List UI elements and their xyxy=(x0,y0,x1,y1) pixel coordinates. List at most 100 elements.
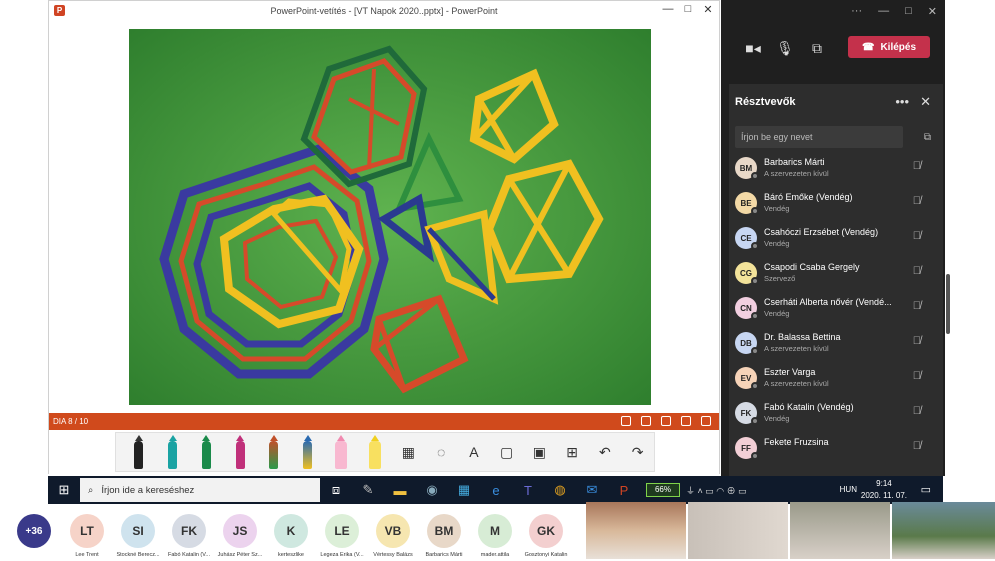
share-invite-icon[interactable]: ⧉ xyxy=(924,132,931,143)
attendee-avatar[interactable]: JS Juhász Péter Sz... xyxy=(215,514,265,558)
teams-minimize-icon[interactable]: — xyxy=(878,5,889,18)
attendee-avatar[interactable]: SI Stockné Berecz... xyxy=(113,514,163,558)
video-tile-2 xyxy=(688,502,788,559)
microphone-icon[interactable]: 🎙 xyxy=(769,40,801,57)
pen-teal-icon[interactable] xyxy=(156,432,190,472)
avatar-initials: LE xyxy=(334,524,350,538)
highlighter-yellow-icon[interactable] xyxy=(358,432,392,472)
more-participants-button[interactable]: +36 xyxy=(17,514,51,548)
add-icon[interactable]: ⊞ xyxy=(556,432,589,472)
avatar: BM xyxy=(735,157,759,180)
avatar-initials: EV xyxy=(740,373,752,383)
highlighter-pink-icon[interactable] xyxy=(325,432,359,472)
pen-green-icon[interactable] xyxy=(190,432,224,472)
attendee-name: Barbarics Márti xyxy=(425,552,463,558)
avatar-initials: CG xyxy=(740,268,752,278)
image-icon[interactable]: ▣ xyxy=(523,432,556,472)
attendee-avatar[interactable]: LT Lee Trent xyxy=(62,514,112,558)
pen-galaxy-icon[interactable] xyxy=(257,432,291,472)
mic-muted-icon: 🎙̸ xyxy=(912,265,921,277)
minimize-button[interactable]: — xyxy=(661,3,675,16)
participant-search-input[interactable]: Írjon be egy nevet xyxy=(735,126,903,148)
avatar: CN xyxy=(735,297,759,320)
mail-icon[interactable]: ✉ xyxy=(576,476,608,504)
notification-icon[interactable]: ▭ xyxy=(921,483,931,496)
teams-more-icon[interactable]: ··· xyxy=(851,5,862,18)
participant-row[interactable]: BE Báró Emőke (Vendég) Vendég 🎙̸ xyxy=(729,189,935,224)
attendee-avatar[interactable]: BM Barbarics Márti xyxy=(419,514,469,558)
notes-icon[interactable] xyxy=(621,416,631,426)
attendee-avatar[interactable]: Mmader.attila xyxy=(470,514,520,558)
view-sorter-icon[interactable] xyxy=(661,416,671,426)
participant-row[interactable]: FF Fekete Fruzsina 🎙̸ xyxy=(729,434,935,469)
avatar: BE xyxy=(735,192,759,215)
close-button[interactable]: ✕ xyxy=(701,3,715,16)
attendee-name: Legeza Erika (V... xyxy=(320,552,364,558)
avatar: LE xyxy=(325,514,359,548)
teams-close-icon[interactable]: ✕ xyxy=(928,5,937,18)
shape-icon[interactable]: ▢ xyxy=(490,432,523,472)
pen-magenta-icon[interactable] xyxy=(223,432,257,472)
photos-icon[interactable]: ◉ xyxy=(416,476,448,504)
tray-icons[interactable]: ⏚ ˄ ▭ ◠ ⊕ ▭ xyxy=(686,484,747,497)
participant-row[interactable]: DB Dr. Balassa Bettina A szervezeten kívül… xyxy=(729,329,935,364)
powerpoint-window: P PowerPoint-vetítés - [VT Napok 2020..p… xyxy=(48,0,720,474)
undo-icon[interactable]: ↶ xyxy=(589,432,622,472)
attendee-avatar[interactable]: FK Fabó Katalin (V... xyxy=(164,514,214,558)
camera-icon[interactable]: ■◂ xyxy=(737,40,769,57)
view-reading-icon[interactable] xyxy=(681,416,691,426)
avatar-initials: CN xyxy=(740,303,752,313)
participant-role: Vendég xyxy=(764,414,790,423)
participant-role: A szervezeten kívül xyxy=(764,379,829,388)
panel-scrollbar[interactable] xyxy=(946,274,950,334)
attendee-avatar[interactable]: Kkerteszlike xyxy=(266,514,316,558)
leave-button[interactable]: ☎ Kilépés xyxy=(848,36,930,58)
taskbar-search[interactable]: ⌕ Írjon ide a kereséshez xyxy=(80,478,320,502)
teams-maximize-icon[interactable]: □ xyxy=(905,5,912,18)
ruler-icon[interactable]: ▦ xyxy=(392,432,425,472)
clock[interactable]: 9:14 2020. 11. 07. xyxy=(861,478,907,502)
share-screen-icon[interactable]: ⧉ xyxy=(801,40,833,57)
participant-row[interactable]: CE Csahóczi Erzsébet (Vendég) Vendég 🎙̸ xyxy=(729,224,935,259)
attendee-avatar[interactable]: LE Legeza Erika (V... xyxy=(317,514,367,558)
clock-time: 9:14 xyxy=(876,479,892,488)
participant-row[interactable]: FK Fabó Katalin (Vendég) Vendég 🎙̸ xyxy=(729,399,935,434)
lasso-icon[interactable]: ◌ xyxy=(425,432,458,472)
pen-app-icon[interactable]: ✎ xyxy=(352,476,384,504)
text-icon[interactable]: A xyxy=(458,432,491,472)
redo-icon[interactable]: ↷ xyxy=(621,432,654,472)
teams-titlebar: ··· — □ ✕ xyxy=(721,0,945,24)
attendee-avatar[interactable]: GK Gosztonyi Katalin xyxy=(521,514,571,558)
participant-row[interactable]: EV Eszter Varga A szervezeten kívül 🎙̸ xyxy=(729,364,935,399)
start-button[interactable]: ⊞ xyxy=(48,482,80,498)
participant-role: Szervező xyxy=(764,274,796,283)
participant-row[interactable]: BM Barbarics Márti A szervezeten kívül 🎙̸ xyxy=(729,154,935,189)
view-slideshow-icon[interactable] xyxy=(701,416,711,426)
file-explorer-icon[interactable]: ▬ xyxy=(384,476,416,504)
participant-name: Csahóczi Erzsébet (Vendég) xyxy=(764,227,879,237)
avatar: DB xyxy=(735,332,759,355)
mic-muted-icon: 🎙̸ xyxy=(912,300,921,312)
close-panel-icon[interactable]: ✕ xyxy=(920,94,931,110)
attendee-name: Gosztonyi Katalin xyxy=(524,552,568,558)
powerpoint-taskbar-icon[interactable]: P xyxy=(608,476,640,504)
edge-icon[interactable]: e xyxy=(480,476,512,504)
pen-black-icon[interactable] xyxy=(122,432,156,472)
mic-muted-icon: 🎙̸ xyxy=(912,160,921,172)
maximize-button[interactable]: □ xyxy=(681,3,695,16)
calculator-icon[interactable]: ▦ xyxy=(448,476,480,504)
language-indicator[interactable]: HUN xyxy=(840,485,857,494)
more-options-icon[interactable]: ••• xyxy=(895,94,909,109)
teams-icon[interactable]: T xyxy=(512,476,544,504)
attendee-avatar[interactable]: VB Vértessy Balázs xyxy=(368,514,418,558)
participant-name: Barbarics Márti xyxy=(764,157,825,167)
pen-rainbow-icon[interactable] xyxy=(291,432,325,472)
participant-row[interactable]: CG Csapodi Csaba Gergely Szervező 🎙̸ xyxy=(729,259,935,294)
task-view-icon[interactable]: ⧈ xyxy=(320,476,352,504)
view-normal-icon[interactable] xyxy=(641,416,651,426)
avatar: EV xyxy=(735,367,759,390)
avatar: FK xyxy=(172,514,206,548)
participant-row[interactable]: CN Cserháti Alberta nővér (Vendé... Vendég… xyxy=(729,294,935,329)
presence-dot xyxy=(751,312,759,320)
chrome-icon[interactable]: ◍ xyxy=(544,476,576,504)
